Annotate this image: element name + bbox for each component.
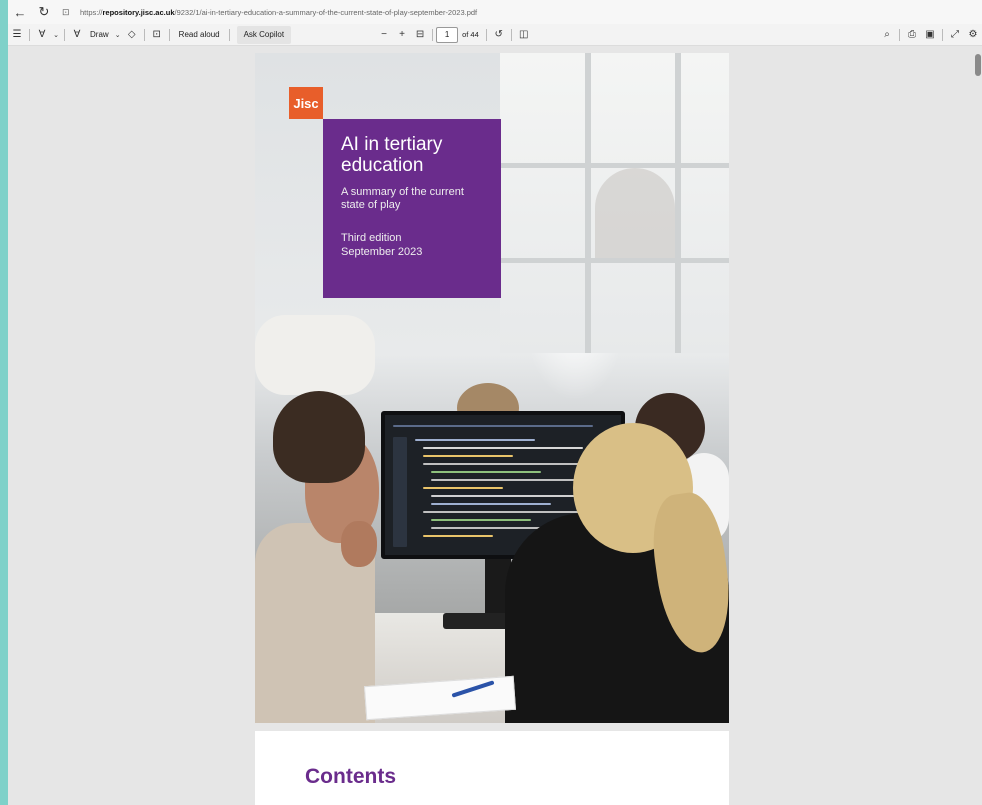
fullscreen-icon[interactable]: ⤢ (946, 26, 964, 44)
man-hand (341, 521, 377, 567)
pdf-page-cover: Jisc AI in tertiary education A summary … (255, 53, 729, 723)
highlight-dropdown-icon[interactable]: ⌄ (51, 26, 61, 44)
cover-edition: Third edition September 2023 (341, 231, 485, 259)
ask-copilot-button[interactable]: Ask Copilot (236, 25, 292, 44)
cover-subtitle: A summary of the current state of play (341, 186, 464, 211)
url-field[interactable]: ⊡ https:// repository.jisc.ac.uk /9232/1… (62, 3, 477, 21)
refresh-icon[interactable]: ↻ (32, 0, 56, 24)
url-host: repository.jisc.ac.uk (102, 7, 175, 17)
building-arch (595, 168, 675, 258)
edition-date: September 2023 (341, 246, 423, 258)
toolbar-divider (485, 28, 487, 41)
text-icon[interactable]: ⊡ (148, 26, 166, 44)
pdf-toolbar: ☰ ∀ ⌄ ∀ Draw ⌄ ◇ ⊡ Read aloud Ask Copilo… (8, 24, 982, 46)
window-frame (500, 258, 729, 263)
zoom-out-icon[interactable]: − (375, 26, 393, 44)
jisc-logo: Jisc (289, 87, 323, 119)
toolbar-divider (432, 28, 434, 41)
contents-icon[interactable]: ☰ (8, 26, 26, 44)
contents-heading: Contents (305, 765, 396, 788)
url-prefix: https:// (80, 7, 103, 17)
cover-title: AI in tertiary education (341, 134, 443, 176)
toolbar-divider (510, 28, 512, 41)
url-path: /9232/1/ai-in-tertiary-education-a-summa… (174, 7, 478, 17)
draw-button[interactable]: Draw (86, 26, 113, 44)
pdf-page-contents: Contents (255, 731, 729, 805)
back-icon[interactable]: ← (8, 0, 32, 24)
window-frame (500, 163, 729, 168)
print-icon[interactable]: ⎙ (903, 26, 921, 44)
window-frame (585, 53, 591, 353)
toolbar-divider (942, 28, 943, 41)
search-icon[interactable]: ⌕ (878, 26, 896, 44)
edition-label: Third edition (341, 232, 402, 244)
page-total: of 44 (462, 30, 479, 39)
draw-icon[interactable]: ∀ (68, 26, 86, 44)
read-aloud-button[interactable]: Read aloud (173, 26, 226, 44)
background-person (255, 315, 375, 395)
settings-icon[interactable]: ⚙ (964, 26, 982, 44)
highlight-icon[interactable]: ∀ (33, 26, 51, 44)
eraser-icon[interactable]: ◇ (123, 26, 141, 44)
zoom-in-icon[interactable]: + (393, 26, 411, 44)
address-bar: ← ↻ ⊡ https:// repository.jisc.ac.uk /92… (8, 0, 982, 24)
page-number-input[interactable]: 1 (436, 26, 459, 43)
save-icon[interactable]: ▣ (921, 26, 939, 44)
toolbar-divider (64, 28, 65, 41)
man-hair (273, 391, 365, 483)
window-frame (675, 53, 681, 353)
scrollbar-thumb[interactable] (975, 54, 981, 76)
rotate-icon[interactable]: ↺ (490, 26, 508, 44)
toolbar-divider (29, 28, 30, 41)
toolbar-divider (899, 28, 900, 41)
toolbar-divider (143, 28, 145, 41)
lock-icon: ⊡ (62, 7, 70, 17)
browser-window: ← ↻ ⊡ https:// repository.jisc.ac.uk /92… (8, 0, 982, 805)
draw-dropdown-icon[interactable]: ⌄ (113, 26, 123, 44)
page-view-icon[interactable]: ◫ (515, 26, 533, 44)
toolbar-divider (168, 28, 170, 41)
toolbar-divider (228, 28, 230, 41)
fit-page-icon[interactable]: ⊟ (411, 26, 429, 44)
cover-title-box: AI in tertiary education A summary of th… (323, 119, 501, 298)
scrollbar[interactable] (974, 46, 982, 805)
